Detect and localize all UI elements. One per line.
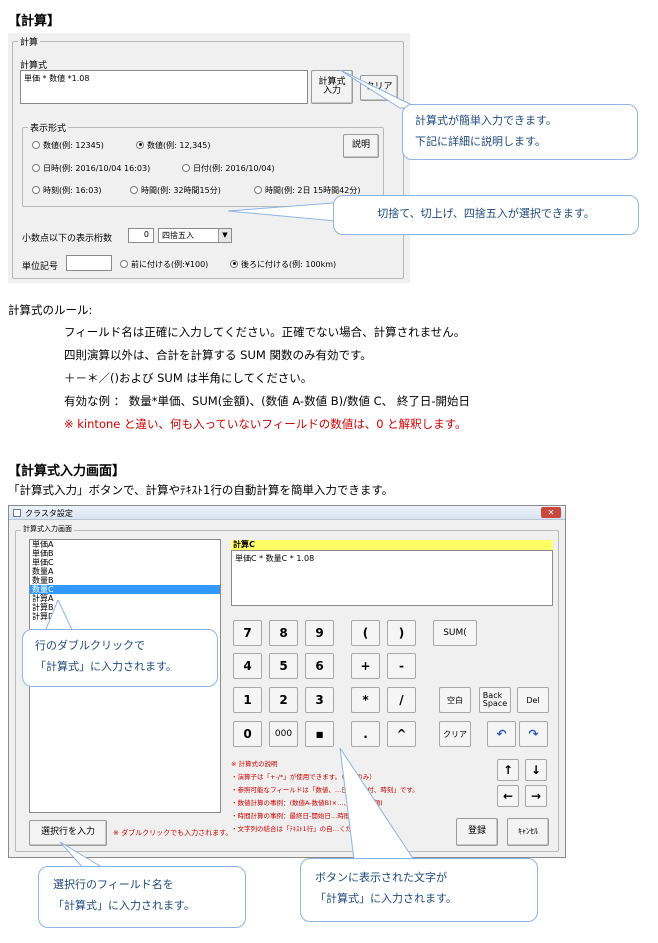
rule-line-0: フィールド名は正確に入力してください。正確でない場合、計算されません。 xyxy=(64,325,466,339)
list-item[interactable]: 単価A xyxy=(30,540,220,549)
rules-heading: 計算式のルール: xyxy=(8,303,93,317)
register-button[interactable]: 登録 xyxy=(456,818,498,846)
key-8[interactable]: 8 xyxy=(269,620,298,646)
window-icon xyxy=(13,509,21,517)
section1-heading: 【計算】 xyxy=(8,14,61,29)
unit-option-1[interactable]: 後ろに付ける(例: 100km) xyxy=(230,259,336,270)
format-option-3[interactable]: 日付(例: 2016/10/04) xyxy=(182,163,275,174)
format-option-2[interactable]: 日時(例: 2016/10/04 16:03) xyxy=(32,163,150,174)
callout-buttons: ボタンに表示された文字が 「計算式」に入力されます。 xyxy=(300,858,538,922)
close-icon[interactable]: ✕ xyxy=(541,507,561,518)
list-item-selected[interactable]: 数量C xyxy=(30,585,220,594)
radio-selected-icon xyxy=(230,259,238,268)
key-4[interactable]: 4 xyxy=(233,653,262,679)
cancel-button[interactable]: ｷｬﾝｾﾙ xyxy=(507,818,549,846)
key-7[interactable]: 7 xyxy=(233,620,262,646)
list-item[interactable]: 数量A xyxy=(30,567,220,576)
key-space[interactable]: 空白 xyxy=(439,687,471,713)
list-item[interactable]: 単価C xyxy=(30,558,220,567)
callout-rounding: 切捨て、切上げ、四捨五入が選択できます。 xyxy=(333,195,639,235)
formula-input[interactable]: 単価 * 数値 *1.08 xyxy=(20,70,308,104)
key-divide[interactable]: / xyxy=(387,687,416,713)
radio-icon xyxy=(32,140,40,149)
double-click-note: ※ ダブルクリックでも入力されます。 xyxy=(113,829,233,837)
chevron-down-icon[interactable]: ▼ xyxy=(218,229,231,242)
callout-buttons-pointer xyxy=(339,747,415,861)
arrow-down-icon[interactable]: ↓ xyxy=(525,759,547,781)
key-sum[interactable]: SUM( xyxy=(433,620,477,646)
undo-icon[interactable]: ↶ xyxy=(487,721,516,747)
formula-textarea[interactable]: 単価C * 数量C * 1.08 xyxy=(231,550,553,606)
explain-button[interactable]: 説明 xyxy=(343,134,379,158)
key-000[interactable]: 000 xyxy=(269,721,298,747)
callout-select-row: 選択行のフィールド名を 「計算式」に入力されます。 xyxy=(38,866,246,928)
key-open-paren[interactable]: ( xyxy=(351,620,380,646)
key-plus[interactable]: + xyxy=(351,653,380,679)
rule-line-1: 四則演算以外は、合計を計算する SUM 関数のみ有効です。 xyxy=(64,348,372,362)
list-item[interactable]: 単価B xyxy=(30,549,220,558)
rule-note: ※ kintone と違い、何も入っていないフィールドの数値は、0 と解釈します… xyxy=(64,417,467,431)
arrow-left-icon[interactable]: ← xyxy=(497,785,519,807)
key-close-paren[interactable]: ) xyxy=(387,620,416,646)
formula-input-group-label: 計算式入力画面 xyxy=(21,524,74,534)
radio-icon xyxy=(130,185,138,194)
format-option-0[interactable]: 数値(例: 12345) xyxy=(32,140,104,151)
decimal-label: 小数点以下の表示桁数 xyxy=(22,234,113,244)
rule-line-3: 有効な例 ： 数量*単価、SUM(金額)、(数値 A-数値 B)/数値 C、 終… xyxy=(64,394,470,408)
format-option-5[interactable]: 時間(例: 32時間15分) xyxy=(130,185,221,196)
key-dot[interactable]: . xyxy=(351,721,380,747)
key-delete[interactable]: Del xyxy=(517,687,549,713)
key-5[interactable]: 5 xyxy=(269,653,298,679)
section2-description: 「計算式入力」ボタンで、計算やﾃｷｽﾄ1行の自動計算を簡単入力できます。 xyxy=(8,483,394,497)
format-option-1[interactable]: 数値(例: 12,345) xyxy=(136,140,210,151)
callout-list-double-click: 行のダブルクリックで 「計算式」に入力されます。 xyxy=(22,629,218,687)
window-title: クラスタ設定 xyxy=(25,509,73,518)
key-3[interactable]: 3 xyxy=(305,687,334,713)
rounding-select[interactable]: 四捨五入 ▼ xyxy=(158,228,232,243)
formula-title: 計算C xyxy=(231,540,553,550)
key-square[interactable]: ■ xyxy=(305,721,334,747)
radio-icon xyxy=(32,163,40,172)
key-9[interactable]: 9 xyxy=(305,620,334,646)
unit-option-0[interactable]: 前に付ける(例:¥100) xyxy=(120,259,208,270)
radio-icon xyxy=(182,163,190,172)
key-1[interactable]: 1 xyxy=(233,687,262,713)
callout2-pointer xyxy=(228,201,347,223)
arrow-right-icon[interactable]: → xyxy=(525,785,547,807)
radio-icon xyxy=(32,185,40,194)
radio-icon xyxy=(120,259,128,268)
decimal-input[interactable]: 0 xyxy=(128,228,154,243)
key-clear[interactable]: クリア xyxy=(439,721,471,747)
key-2[interactable]: 2 xyxy=(269,687,298,713)
unit-input[interactable] xyxy=(66,255,112,271)
format-option-4[interactable]: 時刻(例: 16:03) xyxy=(32,185,102,196)
unit-label: 単位記号 xyxy=(22,262,59,272)
list-item[interactable]: 数量B xyxy=(30,576,220,585)
radio-selected-icon xyxy=(136,140,144,149)
key-multiply[interactable]: * xyxy=(351,687,380,713)
key-caret[interactable]: ^ xyxy=(387,721,416,747)
key-6[interactable]: 6 xyxy=(305,653,334,679)
format-group-label: 表示形式 xyxy=(28,121,69,134)
radio-icon xyxy=(254,185,262,194)
key-backspace[interactable]: Back Space xyxy=(479,687,511,713)
redo-icon[interactable]: ↷ xyxy=(519,721,548,747)
key-minus[interactable]: - xyxy=(387,653,416,679)
arrow-up-icon[interactable]: ↑ xyxy=(497,759,519,781)
calc-group-label: 計算 xyxy=(18,35,41,48)
rule-line-2: ＋－＊／()および SUM は半角にしてください。 xyxy=(64,371,313,385)
section2-heading: 【計算式入力画面】 xyxy=(8,464,126,479)
title-bar: クラスタ設定 ✕ xyxy=(9,506,565,520)
callout-formula-input: 計算式が簡単入力できます。 下記に詳細に説明します。 xyxy=(402,104,638,160)
key-0[interactable]: 0 xyxy=(233,721,262,747)
